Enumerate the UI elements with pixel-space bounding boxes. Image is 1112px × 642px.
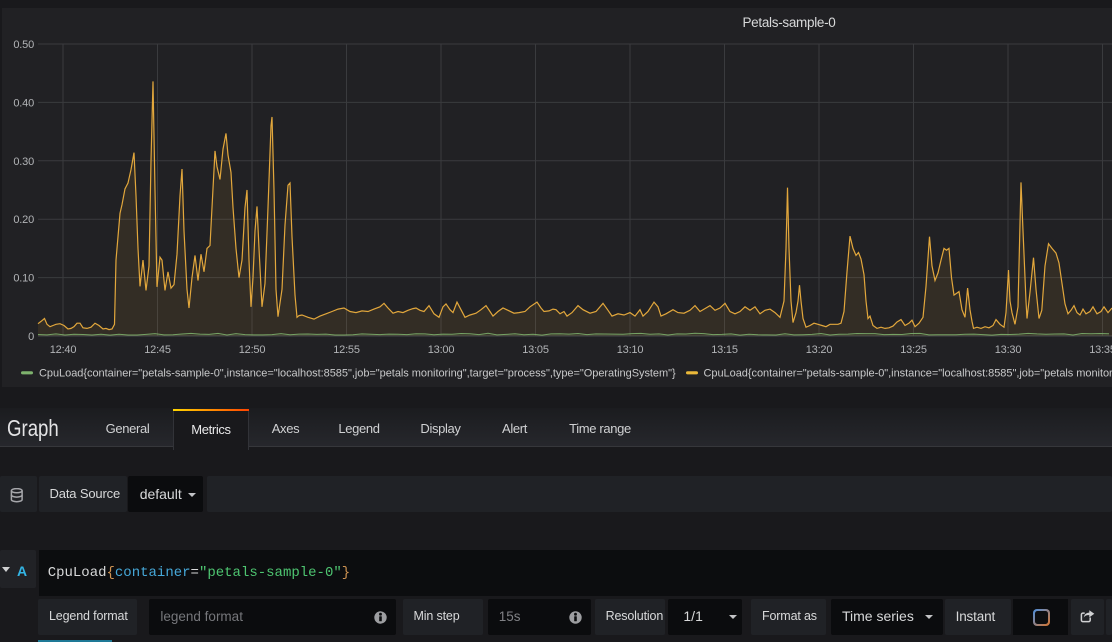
svg-text:0.50: 0.50 bbox=[13, 39, 34, 51]
svg-text:12:45: 12:45 bbox=[144, 344, 171, 356]
svg-text:13:00: 13:00 bbox=[428, 344, 455, 356]
svg-text:CpuLoad{container="petals-samp: CpuLoad{container="petals-sample-0",inst… bbox=[704, 368, 1112, 380]
svg-text:13:20: 13:20 bbox=[806, 344, 833, 356]
svg-text:0.30: 0.30 bbox=[13, 156, 34, 168]
svg-text:13:15: 13:15 bbox=[711, 344, 738, 356]
svg-text:13:25: 13:25 bbox=[900, 344, 927, 356]
svg-text:13:35: 13:35 bbox=[1089, 344, 1112, 356]
svg-text:12:55: 12:55 bbox=[333, 344, 360, 356]
svg-text:CpuLoad{container="petals-samp: CpuLoad{container="petals-sample-0",inst… bbox=[39, 368, 676, 380]
svg-text:0: 0 bbox=[28, 331, 34, 343]
svg-text:0.40: 0.40 bbox=[13, 97, 34, 109]
svg-text:12:40: 12:40 bbox=[50, 344, 77, 356]
svg-text:13:30: 13:30 bbox=[995, 344, 1022, 356]
svg-text:12:50: 12:50 bbox=[239, 344, 266, 356]
svg-text:0.10: 0.10 bbox=[13, 273, 34, 285]
svg-text:13:10: 13:10 bbox=[617, 344, 644, 356]
svg-text:13:05: 13:05 bbox=[522, 344, 549, 356]
svg-text:0.20: 0.20 bbox=[13, 214, 34, 226]
